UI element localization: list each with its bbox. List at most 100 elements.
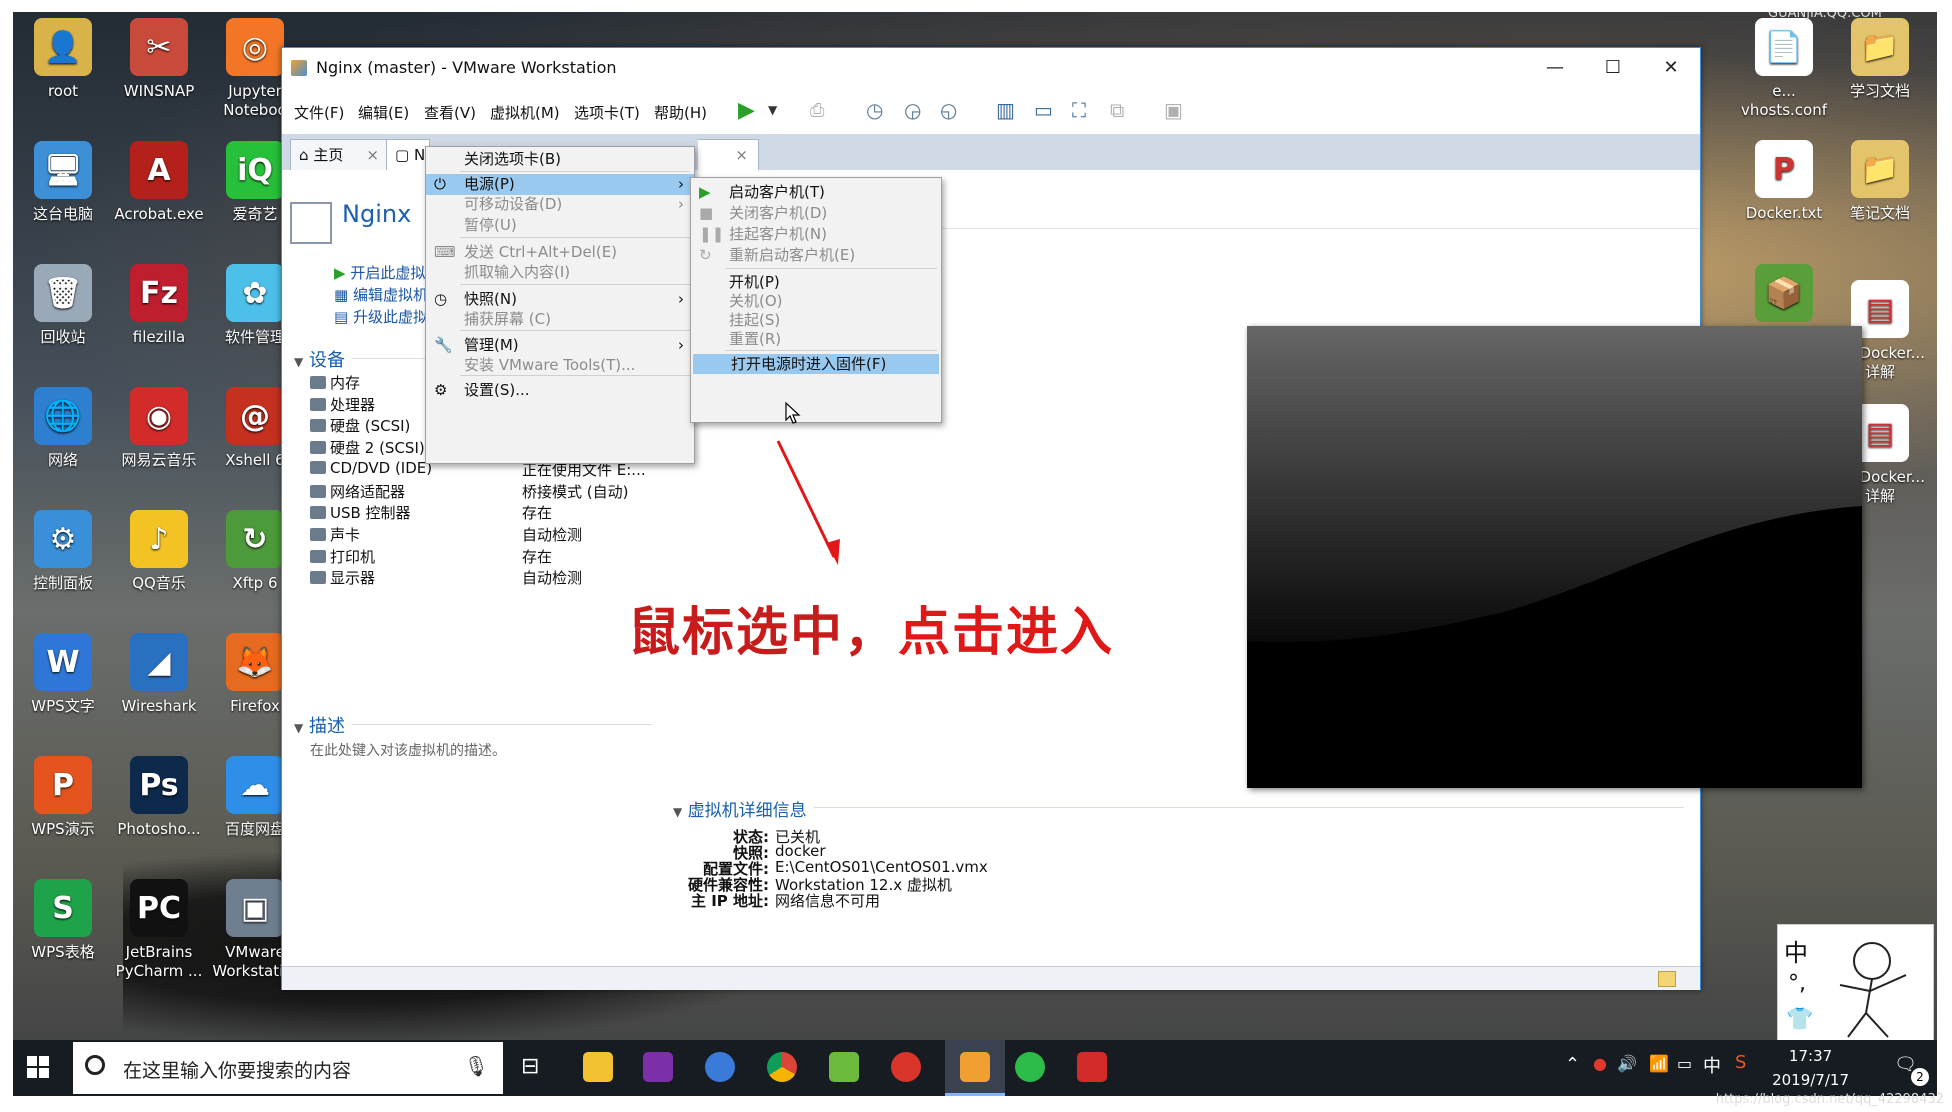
taskbar-search-box[interactable]: 在这里输入你要搜索的内容 🎙 (73, 1042, 503, 1094)
context-menu-item[interactable]: 🔧 管理(M) › (426, 335, 694, 356)
desktop-icon[interactable]: ⚙ 控制面板 (15, 510, 111, 593)
task-view-icon[interactable]: ⊟ (521, 1054, 539, 1079)
notepad-taskbar-icon[interactable] (829, 1052, 859, 1082)
desktop-icon[interactable]: Fz filezilla (111, 264, 207, 347)
desktop-icon[interactable]: A Acrobat.exe (111, 141, 207, 224)
power-menu-item[interactable]: 开机(P) (691, 272, 941, 292)
power-menu-item[interactable]: 打开电源时进入固件(F) (693, 354, 939, 374)
desktop-icon[interactable]: 🌐 网络 (15, 387, 111, 470)
title-bar[interactable]: Nginx (master) - VMware Workstation — ☐ … (282, 48, 1700, 90)
desktop-icon[interactable]: 🗑 回收站 (15, 264, 111, 347)
menu-vm[interactable]: 虚拟机(M) (490, 102, 560, 123)
power-on-icon[interactable]: ▶ (738, 98, 755, 123)
device-item[interactable]: 声卡 (310, 524, 360, 545)
menu-view[interactable]: 查看(V) (424, 102, 476, 123)
device-item[interactable]: 处理器 (310, 394, 375, 415)
tab-close-icon[interactable]: × (735, 140, 748, 170)
maximize-button[interactable]: ☐ (1584, 50, 1642, 86)
ime-widget[interactable]: 中 °, 👕 (1777, 924, 1934, 1046)
send-keys-icon[interactable]: ⎙ (810, 100, 824, 121)
description-placeholder[interactable]: 在此处键入对该虚拟机的描述。 (310, 740, 506, 760)
tab-home[interactable]: ⌂ 主页 × (290, 139, 388, 171)
details-header[interactable]: ▼ 虚拟机详细信息 (673, 796, 807, 821)
device-item[interactable]: CD/DVD (IDE) (310, 459, 432, 477)
close-button[interactable]: ✕ (1642, 50, 1700, 86)
taskbar-clock[interactable]: 17:37 2019/7/17 (1772, 1044, 1849, 1092)
unity-icon[interactable]: ⧉ (1110, 98, 1124, 122)
desktop-icon[interactable]: ♪ QQ音乐 (111, 510, 207, 593)
microphone-icon[interactable]: 🎙 (464, 1054, 489, 1078)
desktop-icon[interactable]: 📁 笔记文档 (1832, 140, 1928, 223)
battery-icon[interactable]: ▭ (1677, 1054, 1692, 1073)
ime-skin-icon[interactable]: 👕 (1786, 1007, 1813, 1032)
devices-header[interactable]: ▼ 设备 (294, 346, 345, 372)
desktop-icon[interactable]: Ps Photosho... (111, 756, 207, 839)
revert-snapshot-icon[interactable]: ◶ (904, 98, 921, 122)
xshell-taskbar-icon[interactable] (891, 1052, 921, 1082)
context-menu-item[interactable]: 暂停(U) (426, 215, 694, 236)
snapshot-manager-icon[interactable]: ◵ (940, 98, 957, 122)
tab-vm-rest[interactable]: × (698, 139, 759, 171)
context-menu-item[interactable]: 可移动设备(D) › (426, 194, 694, 215)
chevron-down-icon[interactable]: ▼ (768, 103, 777, 117)
context-menu-item[interactable]: 捕获屏幕 (C) (426, 309, 694, 330)
power-menu-item[interactable]: 关机(O) (691, 291, 941, 311)
tray-app-icon[interactable]: ● (1593, 1054, 1607, 1073)
device-item[interactable]: 内存 (310, 372, 360, 393)
power-menu-item[interactable]: 重置(R) (691, 329, 941, 349)
desktop-icon[interactable]: PC JetBrains PyCharm ... (111, 879, 207, 981)
library-icon[interactable]: ▥ (996, 98, 1015, 122)
desktop-icon[interactable]: W WPS文字 (15, 633, 111, 716)
menu-edit[interactable]: 编辑(E) (358, 102, 409, 123)
device-item[interactable]: 网络适配器 (310, 481, 405, 502)
qq-browser-taskbar-icon[interactable] (705, 1052, 735, 1082)
console-view-icon[interactable]: ▣ (1164, 98, 1183, 122)
device-item[interactable]: USB 控制器 (310, 502, 411, 523)
thumbnail-icon[interactable]: ▭ (1034, 98, 1053, 122)
power-menu-item[interactable]: 挂起(S) (691, 310, 941, 330)
device-item[interactable]: 硬盘 (SCSI) (310, 415, 410, 436)
vm-screen-thumbnail[interactable] (1247, 326, 1862, 788)
qq-taskbar-icon[interactable] (1015, 1052, 1045, 1082)
desktop-icon[interactable]: 🖥 这台电脑 (15, 141, 111, 224)
desktop-icon[interactable]: P Docker.txt (1736, 140, 1832, 223)
file-explorer-taskbar-icon[interactable] (583, 1052, 613, 1082)
desktop-icon[interactable]: ✂ WINSNAP (111, 18, 207, 101)
device-item[interactable]: 显示器 (310, 567, 375, 588)
power-menu-item[interactable]: ↻ 重新启动客户机(E) (691, 245, 941, 265)
volume-icon[interactable]: 🔊 (1617, 1054, 1637, 1073)
description-header[interactable]: ▼ 描述 (294, 712, 345, 738)
fullscreen-icon[interactable]: ⛶ (1072, 98, 1086, 122)
vmware-taskbar-button[interactable] (945, 1040, 1005, 1096)
context-menu-item[interactable]: 关闭选项卡(B) (426, 149, 694, 170)
ime-indicator[interactable]: 中 (1703, 1052, 1721, 1078)
desktop-icon[interactable]: ◉ 网易云音乐 (111, 387, 207, 470)
context-menu-item[interactable]: ◷ 快照(N) › (426, 289, 694, 310)
windows-start-icon[interactable] (27, 1056, 49, 1078)
menu-file[interactable]: 文件(F) (294, 102, 344, 123)
menu-tabs[interactable]: 选项卡(T) (574, 102, 640, 123)
device-item[interactable]: 硬盘 2 (SCSI) (310, 437, 425, 458)
desktop-icon[interactable]: P WPS演示 (15, 756, 111, 839)
power-menu-item[interactable]: ■ 关闭客户机(D) (691, 203, 941, 223)
netease-music-taskbar-icon[interactable] (1077, 1052, 1107, 1082)
chevron-up-icon[interactable]: ⌃ (1565, 1054, 1580, 1075)
desktop-icon[interactable]: 📄 e... vhosts.conf (1736, 18, 1832, 120)
sogou-icon[interactable]: S (1735, 1052, 1746, 1073)
context-menu-item[interactable]: 抓取输入内容(I) (426, 262, 694, 283)
snapshot-icon[interactable]: ◷ (866, 98, 883, 122)
desktop-icon[interactable]: ◢ Wireshark (111, 633, 207, 716)
context-menu-item[interactable]: ⌨ 发送 Ctrl+Alt+Del(E) (426, 242, 694, 263)
desktop-icon[interactable]: 👤 root (15, 18, 111, 101)
chrome-taskbar-icon[interactable] (767, 1052, 797, 1082)
context-menu-item[interactable]: ⏻ 电源(P) › (426, 174, 694, 195)
onenote-taskbar-icon[interactable] (643, 1052, 673, 1082)
tab-close-icon[interactable]: × (366, 140, 379, 170)
menu-help[interactable]: 帮助(H) (654, 102, 707, 123)
context-menu-item[interactable]: ⚙ 设置(S)... (426, 380, 694, 401)
context-menu-item[interactable]: 安装 VMware Tools(T)... (426, 355, 694, 376)
ime-punctuation-icon[interactable]: °, (1788, 971, 1806, 996)
network-icon[interactable]: 📶 (1649, 1054, 1669, 1073)
tab-vm[interactable]: ▢ N (386, 139, 430, 171)
minimize-button[interactable]: — (1526, 50, 1584, 86)
